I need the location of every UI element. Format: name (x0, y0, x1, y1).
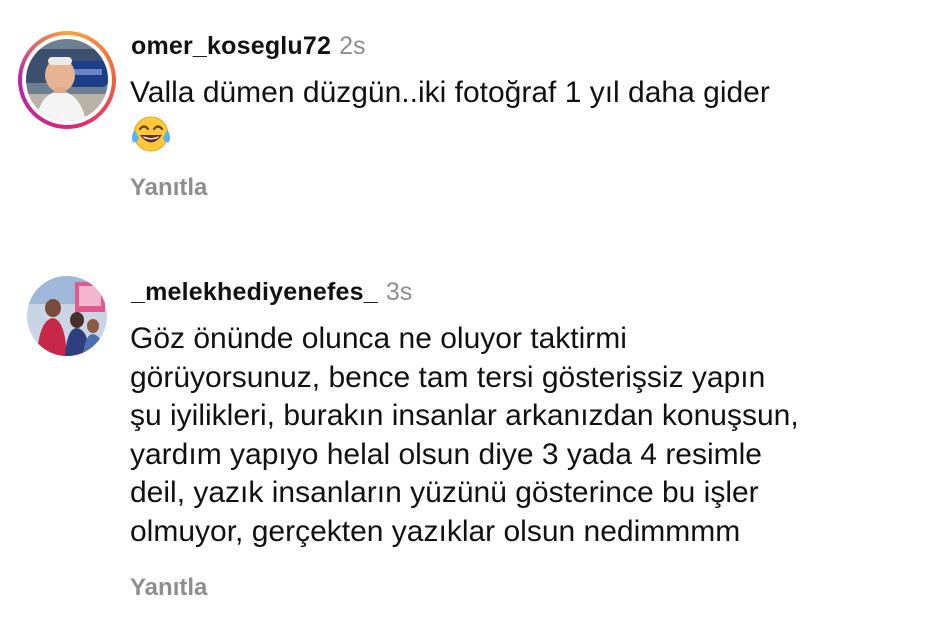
reply-button[interactable]: Yanıtla (130, 174, 207, 202)
comment-1: omer_koseglu72 2s Valla dümen düzgün..iki… (0, 0, 950, 240)
comment-line: deil, yazık insanların yüzünü gösterince… (130, 476, 759, 509)
comment-line: görüyorsunuz, bence tam tersi gösterişsi… (130, 360, 766, 394)
avatar-photo (27, 276, 107, 356)
avatar[interactable] (18, 31, 116, 129)
comment-2: _melekhediyenefes_ 3s Göz önünde olunca n… (0, 240, 950, 640)
comment-line: yardım yapıyo helal olsun diye 3 yada 4 … (130, 437, 762, 471)
comment-line: şu iyilikleri, burakın insanlar arkanızd… (130, 399, 799, 432)
username[interactable]: omer_koseglu72 (131, 32, 331, 60)
comment-line: olmuyor, gerçekten yazıklar olsun nedimm… (130, 514, 741, 548)
comment-text: Valla dümen düzgün..iki fotoğraf 1 yıl d… (130, 74, 770, 113)
comment-line: Valla dümen düzgün..iki fotoğraf 1 yıl d… (130, 76, 770, 109)
username[interactable]: _melekhediyenefes_ (131, 278, 378, 306)
comment-text: Göz önünde olunca ne oluyor taktirmi gör… (130, 320, 799, 551)
comment-header: _melekhediyenefes_ 3s (131, 278, 412, 307)
face-with-tears-of-joy-icon (129, 114, 173, 159)
story-ring (18, 31, 116, 129)
timestamp: 3s (385, 278, 413, 306)
timestamp: 2s (339, 32, 366, 60)
avatar[interactable] (27, 276, 107, 356)
comment-header: omer_koseglu72 2s (131, 32, 366, 61)
avatar-photo (26, 39, 108, 121)
reply-button[interactable]: Yanıtla (130, 574, 207, 602)
comment-line: Göz önünde olunca ne oluyor taktirmi (130, 322, 627, 355)
